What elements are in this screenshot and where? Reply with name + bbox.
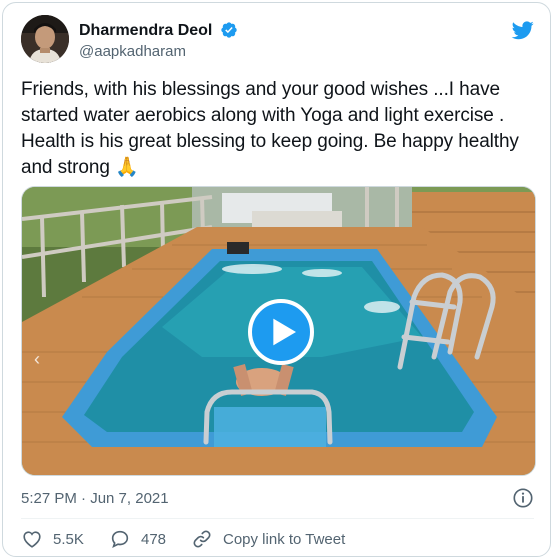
- svg-text:‹: ‹: [34, 349, 40, 369]
- like-button[interactable]: 5.5K: [21, 527, 84, 551]
- video-player[interactable]: ‹: [21, 186, 536, 476]
- link-icon: [193, 530, 211, 548]
- copy-link-button[interactable]: Copy link to Tweet: [191, 527, 345, 551]
- avatar[interactable]: [21, 15, 69, 63]
- heart-icon: [23, 531, 41, 548]
- tweet-card: Dharmendra Deol @aapkadharam Friends, wi…: [2, 2, 551, 557]
- verified-badge-icon: [221, 22, 237, 38]
- tweet-header: Dharmendra Deol @aapkadharam: [21, 15, 536, 67]
- reply-icon: [111, 530, 129, 548]
- reply-count: 478: [141, 530, 167, 548]
- tweet-text-line: Friends, with his blessings and your goo…: [21, 79, 500, 100]
- tweet-text-line: Health is his great blessing to keep goi…: [21, 131, 519, 152]
- tweet-actions: 5.5K 478 Copy link to Tweet: [21, 527, 536, 551]
- tweet-text: Friends, with his blessings and your goo…: [21, 77, 536, 181]
- divider: [21, 518, 534, 519]
- tweet-text-line: started water aerobics along with Yoga a…: [21, 105, 505, 126]
- play-icon: [273, 318, 296, 346]
- handle[interactable]: @aapkadharam: [79, 42, 238, 62]
- twitter-bird-icon[interactable]: [510, 19, 536, 41]
- author-names: Dharmendra Deol @aapkadharam: [79, 21, 238, 62]
- reply-button[interactable]: 478: [109, 527, 166, 551]
- tweet-text-line: and strong 🙏: [21, 157, 139, 178]
- like-count: 5.5K: [53, 530, 84, 548]
- tweet-timestamp[interactable]: 5:27 PM · Jun 7, 2021: [21, 489, 169, 509]
- display-name[interactable]: Dharmendra Deol: [79, 21, 212, 41]
- play-button[interactable]: [248, 299, 314, 365]
- info-icon[interactable]: [512, 487, 534, 509]
- copy-link-label: Copy link to Tweet: [223, 530, 346, 548]
